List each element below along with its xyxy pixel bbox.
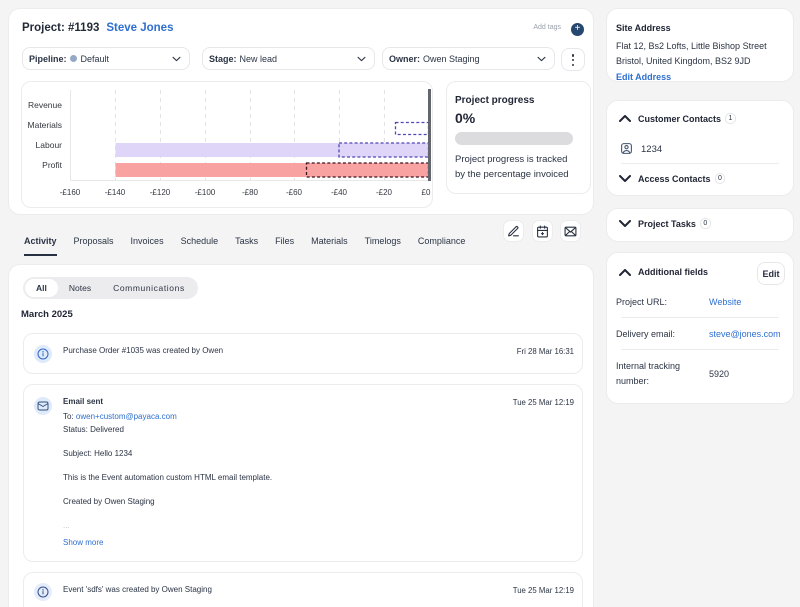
svg-text:£0: £0 <box>422 188 431 197</box>
svg-text:Profit: Profit <box>42 160 62 170</box>
svg-text:-£40: -£40 <box>331 188 348 197</box>
svg-text:-£60: -£60 <box>286 188 303 197</box>
svg-text:-£160: -£160 <box>60 188 81 197</box>
svg-text:-£100: -£100 <box>195 188 216 197</box>
svg-text:Revenue: Revenue <box>28 100 62 110</box>
svg-text:-£20: -£20 <box>376 188 393 197</box>
svg-text:-£80: -£80 <box>242 188 259 197</box>
svg-text:-£120: -£120 <box>150 188 171 197</box>
svg-text:Labour: Labour <box>36 140 63 150</box>
svg-text:Materials: Materials <box>28 120 62 130</box>
svg-text:-£140: -£140 <box>105 188 126 197</box>
